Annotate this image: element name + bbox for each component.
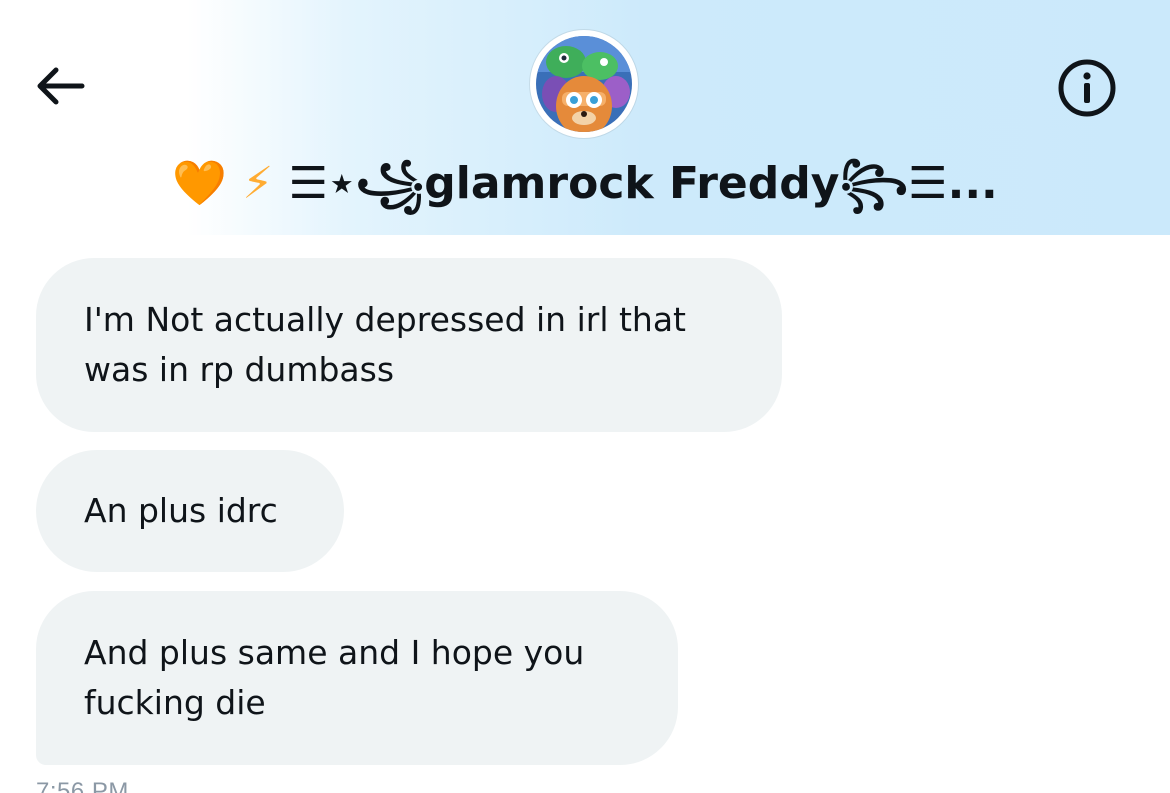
back-button[interactable] [28,58,92,114]
arrow-left-icon [37,67,85,105]
message-bubble[interactable]: I'm Not actually depressed in irl that w… [36,258,782,432]
message-line: fucking die [84,683,266,722]
lightning-emoji: ⚡ [242,158,274,209]
name-text: glamrock Freddy [424,158,840,209]
profile-picture [536,36,632,132]
message-line: I'm Not actually depressed in irl that [84,300,686,339]
orange-heart-emoji: 🧡 [172,158,227,209]
name-suffix-decoration: ꧂☰... [839,158,998,209]
message-line: And plus same and I hope you [84,633,585,672]
message-bubble[interactable]: And plus same and I hope you fucking die [36,591,678,765]
message-line: An plus idrc [84,491,278,530]
avatar[interactable] [530,30,638,138]
name-prefix-decoration: ☰⋆꧁ [288,158,425,209]
conversation-display-name[interactable]: 🧡 ⚡ ☰⋆꧁glamrock Freddy꧂☰... [0,150,1170,239]
dm-conversation-screen: 🧡 ⚡ ☰⋆꧁glamrock Freddy꧂☰... I'm Not actu… [0,0,1170,793]
message-timestamp: 7:56 PM [36,778,129,793]
info-icon [1058,59,1116,117]
message-line: was in rp dumbass [84,350,395,389]
message-bubble[interactable]: An plus idrc [36,450,344,572]
info-button[interactable] [1054,55,1120,121]
